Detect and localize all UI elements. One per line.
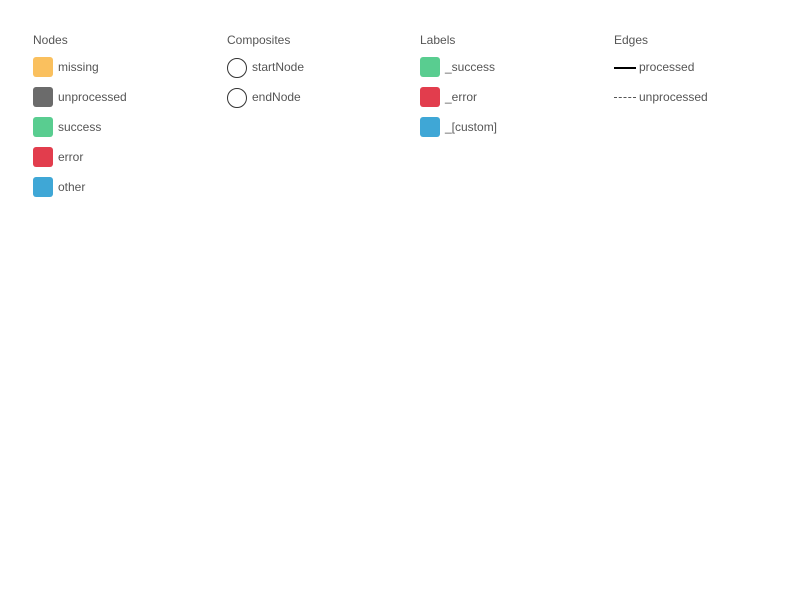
solid-edge-line xyxy=(614,67,636,69)
legend: Nodes missing unprocessed success error … xyxy=(33,33,773,213)
legend-title-labels: Labels xyxy=(420,33,456,47)
legend-label-edge-unprocessed: unprocessed xyxy=(639,90,708,104)
label-success-color-swatch xyxy=(420,57,440,77)
circle-icon xyxy=(227,88,247,108)
legend-item-missing: missing xyxy=(33,57,213,87)
legend-item-label-success: _success xyxy=(420,57,600,87)
legend-label-missing: missing xyxy=(58,60,99,74)
legend-label-start-node: startNode xyxy=(252,60,305,74)
legend-label-label-success: _success xyxy=(445,60,496,74)
legend-items-nodes: missing unprocessed success error other xyxy=(33,57,213,207)
label-custom-color-swatch xyxy=(420,117,440,137)
legend-item-success-node: success xyxy=(33,117,213,147)
legend-label-edge-processed: processed xyxy=(639,60,695,74)
solid-line-icon xyxy=(614,57,636,77)
circle-icon xyxy=(227,58,247,78)
legend-label-other: other xyxy=(58,180,86,194)
legend-item-error-node: error xyxy=(33,147,213,177)
legend-title-composites: Composites xyxy=(227,33,291,47)
legend-item-unprocessed-node: unprocessed xyxy=(33,87,213,117)
success-color-swatch xyxy=(33,117,53,137)
legend-item-label-custom: _[custom] xyxy=(420,117,600,147)
unprocessed-color-swatch xyxy=(33,87,53,107)
legend-item-label-error: _error xyxy=(420,87,600,117)
other-color-swatch xyxy=(33,177,53,197)
legend-title-edges: Edges xyxy=(614,33,649,47)
legend-column-edges: Edges processed unprocessed xyxy=(614,33,794,117)
missing-color-swatch xyxy=(33,57,53,77)
legend-title-nodes: Nodes xyxy=(33,33,68,47)
legend-column-composites: Composites startNode endNode xyxy=(227,33,407,117)
legend-label-error-node: error xyxy=(58,150,84,164)
legend-label-end-node: endNode xyxy=(252,90,301,104)
legend-label-success-node: success xyxy=(58,120,102,134)
legend-item-edge-unprocessed: unprocessed xyxy=(614,87,794,117)
legend-item-start-node: startNode xyxy=(227,57,407,87)
legend-item-other: other xyxy=(33,177,213,207)
legend-label-label-error: _error xyxy=(445,90,478,104)
legend-items-edges: processed unprocessed xyxy=(614,57,794,117)
legend-column-nodes: Nodes missing unprocessed success error … xyxy=(33,33,213,207)
label-error-color-swatch xyxy=(420,87,440,107)
legend-label-unprocessed-node: unprocessed xyxy=(58,90,127,104)
legend-column-labels: Labels _success _error _[custom] xyxy=(420,33,600,147)
dashed-line-icon xyxy=(614,87,636,107)
error-color-swatch xyxy=(33,147,53,167)
legend-label-label-custom: _[custom] xyxy=(445,120,498,134)
legend-items-composites: startNode endNode xyxy=(227,57,407,117)
dashed-edge-line xyxy=(614,97,636,98)
legend-item-edge-processed: processed xyxy=(614,57,794,87)
legend-items-labels: _success _error _[custom] xyxy=(420,57,600,147)
legend-item-end-node: endNode xyxy=(227,87,407,117)
